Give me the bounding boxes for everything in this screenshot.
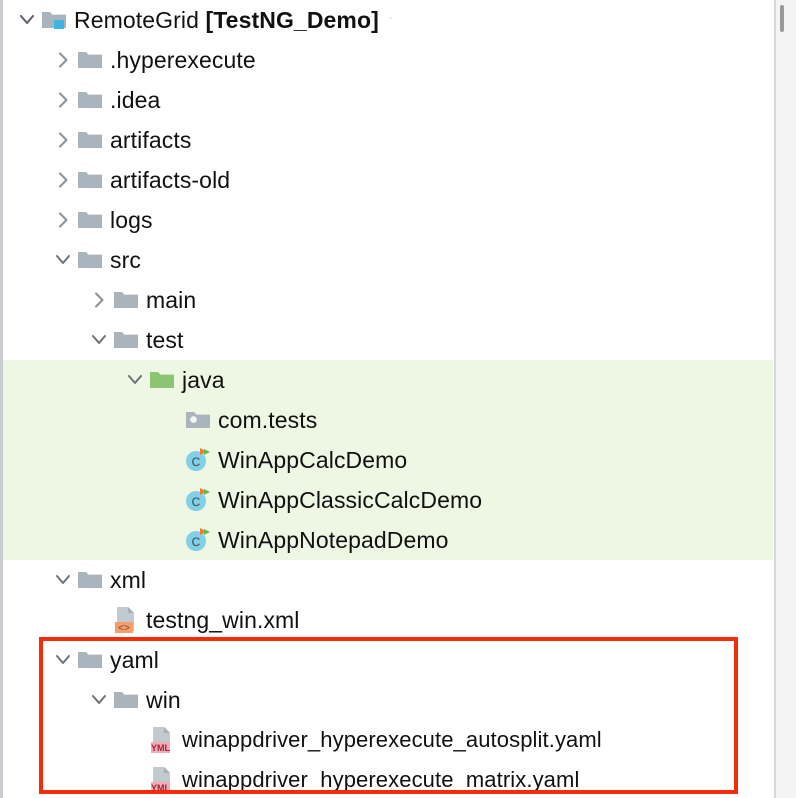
tree-row-label: xml — [110, 566, 147, 593]
no-chevron-spacer — [157, 440, 183, 480]
no-chevron-spacer — [157, 400, 183, 440]
tree-row-artifacts[interactable]: artifacts — [3, 120, 773, 160]
svg-text:C: C — [192, 535, 201, 549]
tree-row-testng-win-xml[interactable]: <> testng_win.xml — [3, 600, 773, 640]
tree-row-label: winappdriver_hyperexecute_matrix.yaml — [182, 767, 580, 792]
tree-row-label: artifacts-old — [110, 166, 231, 193]
folder-icon — [75, 125, 105, 155]
expand-chevron-right-icon[interactable] — [49, 160, 75, 200]
package-icon — [183, 405, 213, 435]
collapse-chevron-down-icon[interactable] — [85, 680, 111, 720]
folder-icon — [75, 165, 105, 195]
expand-chevron-right-icon[interactable] — [49, 40, 75, 80]
svg-text:YML: YML — [151, 743, 171, 753]
folder-icon — [111, 285, 141, 315]
tree-row-xml[interactable]: xml — [3, 560, 773, 600]
tree-row-label: testng_win.xml — [146, 606, 300, 633]
java-class-runnable-icon: C — [183, 485, 213, 515]
tree-row-winappdriver-hyperexecute-autosplit-yaml[interactable]: YML winappdriver_hyperexecute_autosplit.y… — [3, 720, 773, 760]
no-chevron-spacer — [121, 760, 147, 798]
folder-icon — [75, 85, 105, 115]
tree-row-label: com.tests — [218, 406, 318, 433]
tree-row-label: .hyperexecute — [110, 46, 256, 73]
expand-chevron-right-icon[interactable] — [49, 200, 75, 240]
tree-row-label: win — [146, 686, 181, 713]
folder-icon — [75, 205, 105, 235]
tree-row-label: winappdriver_hyperexecute_autosplit.yaml — [182, 727, 602, 752]
no-chevron-spacer — [85, 600, 111, 640]
expand-chevron-down-icon[interactable] — [13, 0, 39, 40]
tree-row-label: WinAppCalcDemo — [218, 446, 408, 473]
svg-text:<>: <> — [118, 623, 130, 634]
collapse-chevron-down-icon[interactable] — [85, 320, 111, 360]
tree-row-winappdriver-hyperexecute-matrix-yaml[interactable]: YML winappdriver_hyperexecute_matrix.yaml — [3, 760, 773, 798]
tree-row-label: test — [146, 326, 184, 353]
tree-row-label: java — [182, 366, 225, 393]
project-folder-icon — [39, 5, 69, 35]
folder-icon — [75, 565, 105, 595]
svg-text:C: C — [192, 495, 201, 509]
folder-icon — [111, 325, 141, 355]
folder-icon — [75, 645, 105, 675]
no-chevron-spacer — [157, 480, 183, 520]
tree-row-winappclassiccalcdemo[interactable]: C WinAppClassicCalcDemo — [3, 480, 773, 520]
yaml-file-icon: YML — [147, 765, 177, 795]
tree-row-artifacts-old[interactable]: artifacts-old — [3, 160, 773, 200]
folder-icon — [75, 45, 105, 75]
scrollbar-thumb[interactable] — [780, 5, 784, 32]
expand-chevron-right-icon[interactable] — [49, 120, 75, 160]
tree-row-winappnotepaddemo[interactable]: C WinAppNotepadDemo — [3, 520, 773, 560]
tree-row-win[interactable]: win — [3, 680, 773, 720]
collapse-chevron-down-icon[interactable] — [49, 640, 75, 680]
collapse-chevron-down-icon[interactable] — [121, 360, 147, 400]
tree-rows-container: .hyperexecute .idea artifacts artifacts-old… — [3, 40, 773, 798]
tree-row-label: .idea — [110, 86, 161, 113]
source-folder-icon — [147, 365, 177, 395]
tree-row-main[interactable]: main — [3, 280, 773, 320]
expand-chevron-right-icon[interactable] — [49, 80, 75, 120]
tree-row-hyperexecute[interactable]: .hyperexecute — [3, 40, 773, 80]
tree-row-label: main — [146, 286, 197, 313]
svg-text:YML: YML — [151, 783, 171, 793]
no-chevron-spacer — [157, 520, 183, 560]
file-tree[interactable]: RemoteGrid [TestNG_Demo] · .hyperexecute… — [3, 0, 773, 798]
folder-icon — [75, 245, 105, 275]
root-label: RemoteGrid [TestNG_Demo] — [74, 6, 379, 33]
java-class-runnable-icon: C — [183, 525, 213, 555]
tree-row-label: yaml — [110, 646, 159, 673]
tree-row-com-tests[interactable]: com.tests — [3, 400, 773, 440]
collapse-chevron-down-icon[interactable] — [49, 560, 75, 600]
xml-file-icon: <> — [111, 605, 141, 635]
tree-row-winappcalcdemo[interactable]: C WinAppCalcDemo — [3, 440, 773, 480]
java-class-runnable-icon: C — [183, 445, 213, 475]
tree-row-test[interactable]: test — [3, 320, 773, 360]
tree-row-label: WinAppNotepadDemo — [218, 526, 449, 553]
collapse-chevron-down-icon[interactable] — [49, 240, 75, 280]
tree-row-src[interactable]: src — [3, 240, 773, 280]
tree-row-logs[interactable]: logs — [3, 200, 773, 240]
no-chevron-spacer — [121, 720, 147, 760]
vertical-scrollbar[interactable] — [774, 0, 796, 798]
tree-row-java[interactable]: java — [3, 360, 773, 400]
tree-row-label: src — [110, 246, 141, 273]
tree-row-yaml[interactable]: yaml — [3, 640, 773, 680]
tree-row-label: WinAppClassicCalcDemo — [218, 486, 483, 513]
yaml-file-icon: YML — [147, 725, 177, 755]
project-tree-panel: RemoteGrid [TestNG_Demo] · .hyperexecute… — [0, 0, 796, 798]
svg-text:C: C — [192, 455, 201, 469]
tree-row-label: artifacts — [110, 126, 192, 153]
folder-icon — [111, 685, 141, 715]
tree-row-root[interactable]: RemoteGrid [TestNG_Demo] · — [3, 0, 773, 40]
root-path-suffix: · — [388, 10, 393, 24]
expand-chevron-right-icon[interactable] — [85, 280, 111, 320]
tree-row-idea[interactable]: .idea — [3, 80, 773, 120]
tree-row-label: logs — [110, 206, 153, 233]
